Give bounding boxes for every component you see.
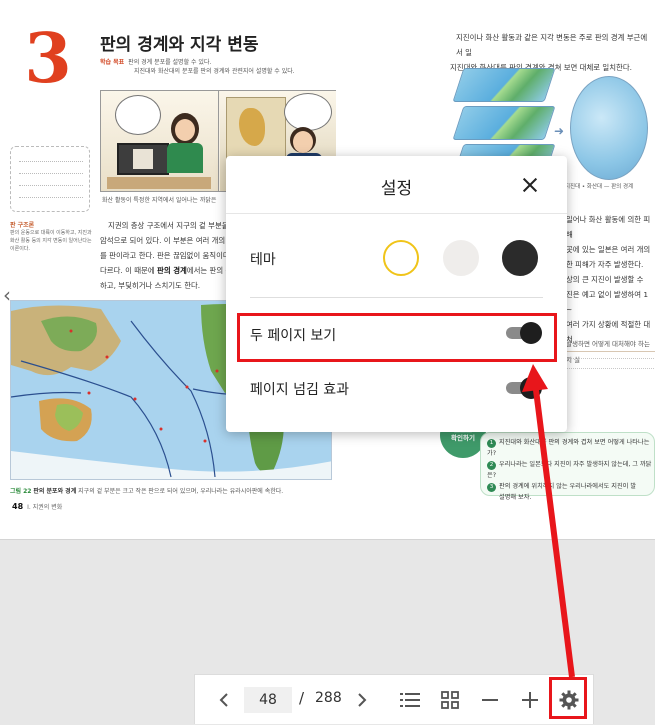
grid-icon[interactable] — [435, 675, 465, 725]
theme-label: 테마 — [250, 252, 276, 268]
globe-legend: • 지진대 • 화산대 — 판의 경계 — [560, 184, 634, 190]
speech-bubble-2 — [284, 93, 332, 131]
list-icon[interactable] — [395, 675, 425, 725]
learning-goals: 학습 목표 판의 경계 분포를 설명할 수 있다. 지진대와 화산대의 분포를 판… — [100, 58, 295, 76]
self-check-box: 1 지진대와 화산대를 판의 경계와 겹쳐 보면 어떻게 나타나는가? 2 우리나라… — [480, 432, 655, 501]
comic-panel-1 — [101, 91, 219, 191]
total-pages: 288 — [315, 690, 342, 706]
highlight-box-two-page-view — [237, 313, 557, 362]
side-term: 판 구조론 — [10, 222, 35, 229]
bottom-toolbar: / 288 — [194, 674, 594, 724]
combined-globe — [570, 76, 648, 180]
page-turn-effect-toggle[interactable] — [506, 377, 542, 399]
settings-modal: 설정 테마 두 페이지 보기 페이지 넘김 효과 — [226, 156, 567, 432]
page-turn-effect-label: 페이지 넘김 효과 — [250, 382, 350, 398]
modal-header: 설정 — [226, 156, 567, 214]
page-number-input[interactable] — [244, 687, 292, 713]
note-box — [10, 146, 90, 212]
modal-title: 설정 — [380, 179, 413, 199]
map-caption: 그림 22 판의 분포와 경계 지구의 겉 부분은 크고 작은 판으로 되어 있… — [10, 488, 284, 495]
theme-sepia-swatch[interactable] — [443, 240, 479, 276]
right-page-body: 일어나 화산 활동에 의한 피해 곳에 있는 일본은 여러 개의 한 피해가 자… — [566, 215, 651, 344]
theme-light-swatch[interactable] — [383, 240, 419, 276]
close-icon[interactable] — [517, 172, 543, 198]
goal-2: 지진대와 화산대의 분포를 판의 경계와 관련지어 설명할 수 있다. — [134, 68, 295, 75]
chevron-right-icon[interactable] — [347, 675, 377, 725]
answer-lines — [566, 358, 654, 378]
minus-icon[interactable] — [475, 675, 505, 725]
chapter-number: 3 — [24, 19, 72, 99]
page-separator: / — [299, 689, 305, 707]
wall-map — [226, 97, 286, 161]
table — [107, 177, 211, 189]
teacher-face — [293, 131, 313, 153]
theme-dark-swatch[interactable] — [502, 240, 538, 276]
chapter-title: 판의 경계와 지각 변동 — [100, 35, 259, 55]
previous-page-arrow-icon[interactable]: ‹ — [3, 282, 17, 308]
highlight-box-settings — [549, 677, 587, 719]
person-shirt — [167, 143, 203, 173]
arrow-right-icon: ➜ — [554, 124, 565, 138]
goals-label: 학습 목표 — [100, 59, 125, 66]
tv-screen — [117, 143, 169, 175]
speech-bubble — [115, 95, 161, 135]
comic-caption: 화산 활동이 특정한 지역에서 일어나는 까닭은 — [102, 197, 217, 204]
divider — [250, 297, 543, 298]
side-definition: 판의 운동으로 대륙이 이동하고, 지진과 화산 활동 등의 지각 변동이 일어… — [10, 230, 92, 252]
person-face — [175, 119, 195, 141]
goal-1: 판의 경계 분포를 설명할 수 있다. — [128, 59, 212, 66]
chevron-left-icon[interactable] — [209, 675, 239, 725]
plus-icon[interactable] — [515, 675, 545, 725]
page-footer: 48 I. 지권의 변화 — [12, 502, 63, 511]
